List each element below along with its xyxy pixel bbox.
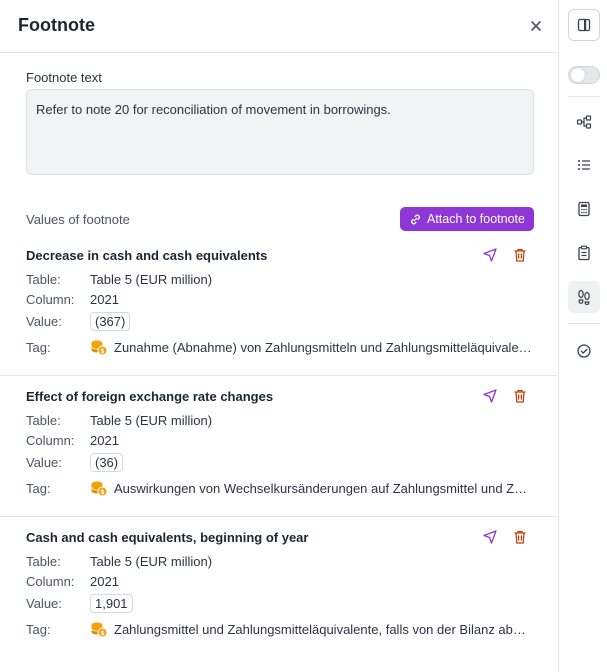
table-value: Table 5 (EUR million) — [90, 413, 213, 428]
value-chip: 1,901 — [90, 594, 133, 613]
attach-button-label: Attach to footnote — [427, 212, 525, 226]
check-circle-icon[interactable] — [568, 335, 600, 367]
cursor-arrow-icon[interactable] — [482, 529, 498, 545]
footnote-value-item: Decrease in cash and cash equivalents Ta… — [0, 248, 558, 376]
cursor-arrow-icon[interactable] — [482, 247, 498, 263]
column-value: 2021 — [90, 433, 119, 448]
tag-value: Zahlungsmittel und Zahlungsmitteläquival… — [114, 621, 534, 637]
rail-divider — [568, 323, 600, 324]
item-tag-row: Tag: $ Auswirkungen von Wechselkursänder… — [26, 479, 534, 497]
column-label: Column: — [26, 292, 75, 307]
tag-label: Tag: — [26, 480, 51, 496]
table-value: Table 5 (EUR million) — [90, 272, 213, 287]
footnote-text-field[interactable]: Refer to note 20 for reconciliation of m… — [26, 89, 534, 175]
attach-to-footnote-button[interactable]: Attach to footnote — [400, 207, 534, 231]
item-column-row: Column: 2021 — [26, 433, 119, 448]
svg-text:$: $ — [100, 489, 104, 496]
tag-value: Zunahme (Abnahme) von Zahlungsmitteln un… — [114, 339, 534, 355]
panel-layout-icon[interactable] — [568, 9, 600, 41]
values-of-footnote-label: Values of footnote — [26, 212, 130, 227]
list-icon[interactable] — [568, 149, 600, 181]
value-chip: (367) — [90, 312, 131, 331]
item-tag-row: Tag: $ Zahlungsmittel und Zahlungsmittel… — [26, 620, 534, 638]
value-label: Value: — [26, 596, 62, 611]
link-icon — [411, 214, 420, 224]
rail-divider — [568, 96, 600, 97]
item-value-row: Value: 1,901 — [26, 594, 133, 613]
item-column-row: Column: 2021 — [26, 574, 119, 589]
value-label: Value: — [26, 314, 62, 329]
footnote-text-label: Footnote text — [26, 70, 102, 85]
hierarchy-icon[interactable] — [568, 106, 600, 138]
column-label: Column: — [26, 574, 75, 589]
column-value: 2021 — [90, 574, 119, 589]
footprints-icon[interactable] — [568, 281, 600, 313]
trash-icon[interactable] — [512, 247, 528, 263]
panel-header: Footnote — [0, 0, 558, 53]
tag-label: Tag: — [26, 621, 51, 637]
column-value: 2021 — [90, 292, 119, 307]
item-tag-row: Tag: $ Zunahme (Abnahme) von Zahlungsmit… — [26, 338, 534, 356]
value-chip: (36) — [90, 453, 124, 472]
footnote-panel: Footnote Footnote text Refer to note 20 … — [0, 0, 559, 672]
toggle-knob — [571, 68, 585, 82]
item-table-row: Table: Table 5 (EUR million) — [26, 413, 212, 428]
table-label: Table: — [26, 272, 61, 287]
footnote-value-item: Effect of foreign exchange rate changes … — [0, 389, 558, 517]
item-name: Cash and cash equivalents, beginning of … — [26, 530, 309, 545]
svg-text:$: $ — [100, 348, 104, 355]
item-table-row: Table: Table 5 (EUR million) — [26, 272, 212, 287]
tag-value: Auswirkungen von Wechselkursänderungen a… — [114, 480, 534, 496]
footnote-value-item: Cash and cash equivalents, beginning of … — [0, 530, 558, 672]
coins-icon: $ — [91, 340, 108, 356]
right-toolbar — [560, 0, 607, 672]
item-table-row: Table: Table 5 (EUR million) — [26, 554, 212, 569]
table-label: Table: — [26, 554, 61, 569]
trash-icon[interactable] — [512, 388, 528, 404]
item-value-row: Value: (36) — [26, 453, 124, 472]
trash-icon[interactable] — [512, 529, 528, 545]
cursor-arrow-icon[interactable] — [482, 388, 498, 404]
toggle-switch[interactable] — [568, 66, 600, 84]
tag-label: Tag: — [26, 339, 51, 355]
column-label: Column: — [26, 433, 75, 448]
item-name: Decrease in cash and cash equivalents — [26, 248, 268, 263]
table-value: Table 5 (EUR million) — [90, 554, 213, 569]
item-value-row: Value: (367) — [26, 312, 131, 331]
item-name: Effect of foreign exchange rate changes — [26, 389, 274, 404]
item-column-row: Column: 2021 — [26, 292, 119, 307]
clipboard-icon[interactable] — [568, 237, 600, 269]
coins-icon: $ — [91, 622, 108, 638]
coins-icon: $ — [91, 481, 108, 497]
value-label: Value: — [26, 455, 62, 470]
close-icon[interactable] — [528, 18, 544, 34]
calculator-icon[interactable] — [568, 193, 600, 225]
svg-text:$: $ — [100, 630, 104, 637]
panel-title: Footnote — [18, 15, 95, 35]
table-label: Table: — [26, 413, 61, 428]
